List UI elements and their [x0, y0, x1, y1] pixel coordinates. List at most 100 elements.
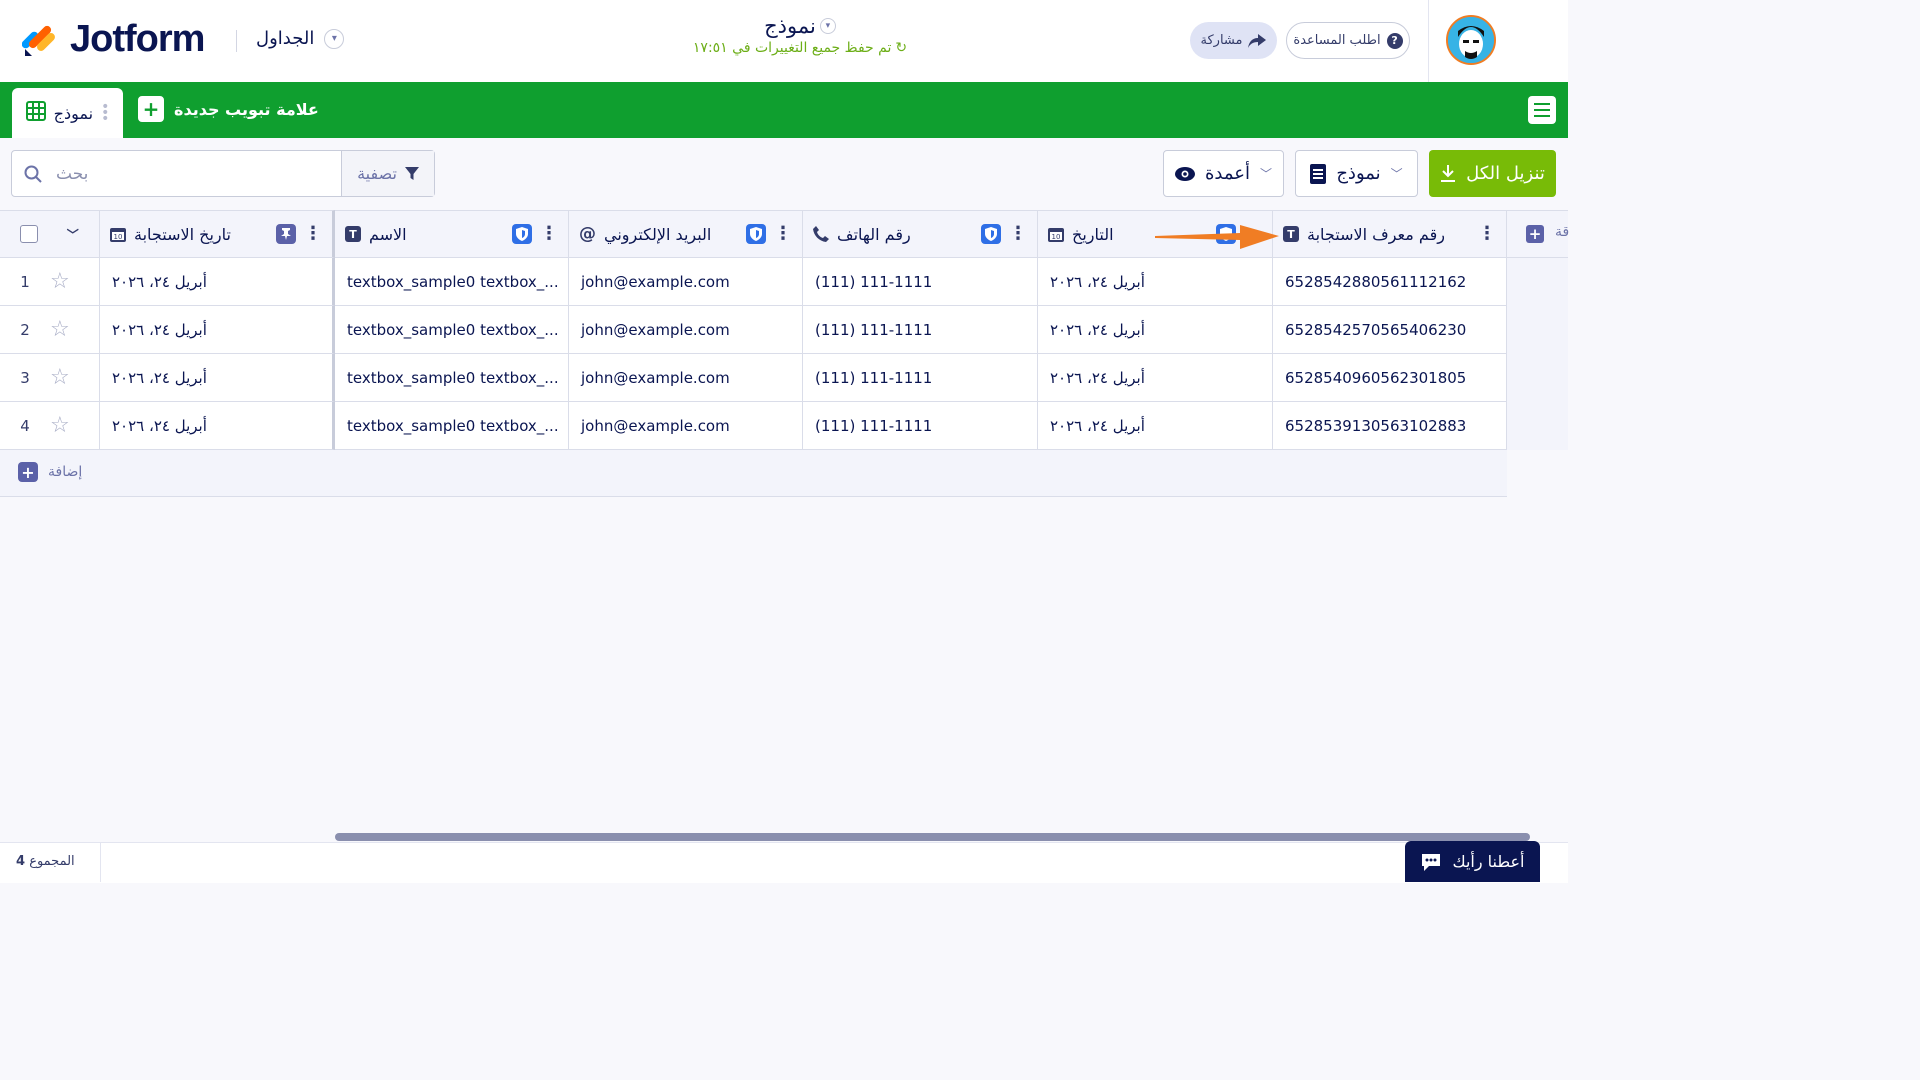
tab-options-icon[interactable]: • • •: [101, 100, 109, 126]
table-cell[interactable]: textbox_sample0 textbox_...: [335, 306, 569, 354]
column-header-submission-date[interactable]: 10 تاريخ الاستجابة ⋮: [100, 210, 335, 258]
star-icon[interactable]: ☆: [50, 365, 70, 390]
table-cell[interactable]: أبريل ٢٤، ٢٠٢٦: [100, 402, 335, 450]
add-row-label: إضافة: [48, 464, 83, 480]
footer-bar: [0, 842, 1568, 883]
search-filter-box: بحث تصفية: [11, 150, 435, 197]
new-tab-label: علامة تبويب جديدة: [174, 99, 319, 119]
at-icon: @: [579, 224, 596, 244]
tab-form-label: نموذج: [53, 103, 94, 123]
hamburger-menu-button[interactable]: [1528, 96, 1556, 124]
column-options-icon[interactable]: ⋮: [1478, 225, 1496, 243]
avatar-divider: [1428, 0, 1429, 82]
share-arrow-icon: [1248, 33, 1267, 48]
row-header: 2 ☆: [0, 306, 100, 354]
row-number: 1: [20, 272, 30, 291]
avatar[interactable]: [1446, 15, 1496, 65]
table-cell[interactable]: (111) 111-1111: [803, 258, 1038, 306]
chevron-down-icon[interactable]: ﹀: [67, 226, 79, 243]
table-cell[interactable]: أبريل ٢٤، ٢٠٢٦: [1038, 402, 1273, 450]
table-cell[interactable]: textbox_sample0 textbox_...: [335, 354, 569, 402]
filter-button[interactable]: تصفية: [341, 151, 434, 196]
table-cell[interactable]: أبريل ٢٤، ٢٠٢٦: [100, 354, 335, 402]
form-title: نموذج: [764, 14, 816, 38]
share-button[interactable]: مشاركة: [1190, 22, 1277, 59]
total-label: المجموع: [29, 854, 75, 869]
column-options-icon[interactable]: ⋮: [774, 225, 792, 243]
table-cell[interactable]: 6528540960562301805: [1273, 354, 1507, 402]
chevron-down-icon: ▾: [819, 18, 836, 34]
total-count: 4 المجموع: [16, 854, 75, 869]
download-all-button[interactable]: تنزيل الكل: [1429, 150, 1556, 197]
table-cell[interactable]: أبريل ٢٤، ٢٠٢٦: [100, 258, 335, 306]
star-icon[interactable]: ☆: [50, 317, 70, 342]
add-row-button[interactable]: + إضافة: [18, 462, 82, 482]
form-select-label: نموذج: [1336, 163, 1381, 184]
jotform-logo-icon: [22, 25, 55, 56]
row-header: 1 ☆: [0, 258, 100, 306]
saved-status: تم حفظ جميع التغييرات في ١٧:٥١ ↻: [620, 40, 980, 56]
table-cell[interactable]: 6528542880561112162: [1273, 258, 1507, 306]
shield-icon[interactable]: [981, 224, 1001, 244]
column-options-icon[interactable]: ⋮: [540, 225, 558, 243]
column-options-icon[interactable]: ⋮: [1009, 225, 1027, 243]
new-tab-button[interactable]: + علامة تبويب جديدة: [138, 96, 319, 122]
table-cell[interactable]: john@example.com: [569, 258, 803, 306]
tables-dropdown[interactable]: الجداول ▾: [256, 28, 345, 49]
help-button[interactable]: اطلب المساعدة ?: [1286, 22, 1410, 59]
pin-icon[interactable]: [276, 224, 296, 244]
header-divider: [236, 30, 237, 52]
star-icon[interactable]: ☆: [50, 413, 70, 438]
plus-icon: +: [18, 462, 38, 482]
table-cell[interactable]: 6528542570565406230: [1273, 306, 1507, 354]
horizontal-scrollbar[interactable]: [335, 833, 1530, 841]
form-select-button[interactable]: نموذج ﹀: [1295, 150, 1418, 197]
shield-icon[interactable]: [512, 224, 532, 244]
table-cell[interactable]: textbox_sample0 textbox_...: [335, 402, 569, 450]
download-icon: [1441, 164, 1456, 182]
tables-label: الجداول: [256, 28, 315, 49]
tab-form[interactable]: نموذج • • •: [12, 88, 123, 138]
table-cell[interactable]: 6528539130563102883: [1273, 402, 1507, 450]
row-number: 4: [20, 416, 30, 435]
feedback-button[interactable]: أعطنا رأيك: [1405, 841, 1540, 882]
table-cell[interactable]: (111) 111-1111: [803, 306, 1038, 354]
table-grid-icon: [25, 101, 46, 125]
jotform-logo[interactable]: Jotform: [22, 18, 205, 61]
chevron-down-icon: ▾: [324, 28, 345, 49]
text-icon: T: [345, 226, 361, 242]
table-cell[interactable]: أبريل ٢٤، ٢٠٢٦: [1038, 354, 1273, 402]
filter-label: تصفية: [357, 164, 397, 183]
table-cell[interactable]: أبريل ٢٤، ٢٠٢٦: [1038, 306, 1273, 354]
column-label: رقم الهاتف: [837, 224, 911, 244]
chevron-down-icon: ﹀: [1390, 167, 1403, 181]
table-cell[interactable]: أبريل ٢٤، ٢٠٢٦: [100, 306, 335, 354]
column-header-phone[interactable]: رقم الهاتف ⋮: [803, 210, 1038, 258]
columns-button[interactable]: أعمدة ﹀: [1163, 150, 1284, 197]
svg-text:10: 10: [1052, 233, 1061, 241]
add-column-header[interactable]: + قة: [1507, 210, 1569, 258]
plus-icon: +: [138, 96, 164, 122]
form-title-dropdown[interactable]: نموذج ▾: [764, 14, 836, 38]
table-cell[interactable]: john@example.com: [569, 402, 803, 450]
select-all-checkbox[interactable]: [20, 225, 39, 243]
eye-icon: [1174, 166, 1195, 181]
column-header-submission-id[interactable]: T رقم معرف الاستجابة ⋮: [1273, 210, 1507, 258]
table-cell[interactable]: john@example.com: [569, 354, 803, 402]
form-title-area: نموذج ▾ تم حفظ جميع التغييرات في ١٧:٥١ ↻: [620, 14, 980, 56]
phone-icon: [813, 226, 829, 242]
table-cell[interactable]: john@example.com: [569, 306, 803, 354]
column-header-email[interactable]: @ البريد الإلكتروني ⋮: [569, 210, 803, 258]
column-options-icon[interactable]: ⋮: [304, 225, 322, 243]
search-input[interactable]: بحث: [12, 151, 341, 196]
column-header-name[interactable]: T الاسم ⋮: [335, 210, 569, 258]
table-cell[interactable]: أبريل ٢٤، ٢٠٢٦: [1038, 258, 1273, 306]
table-cell[interactable]: (111) 111-1111: [803, 402, 1038, 450]
column-label: الاسم: [369, 224, 407, 244]
star-icon[interactable]: ☆: [50, 269, 70, 294]
table-cell[interactable]: textbox_sample0 textbox_...: [335, 258, 569, 306]
shield-icon[interactable]: [746, 224, 766, 244]
table-cell[interactable]: (111) 111-1111: [803, 354, 1038, 402]
share-label: مشاركة: [1200, 33, 1243, 48]
row-header: 4 ☆: [0, 402, 100, 450]
